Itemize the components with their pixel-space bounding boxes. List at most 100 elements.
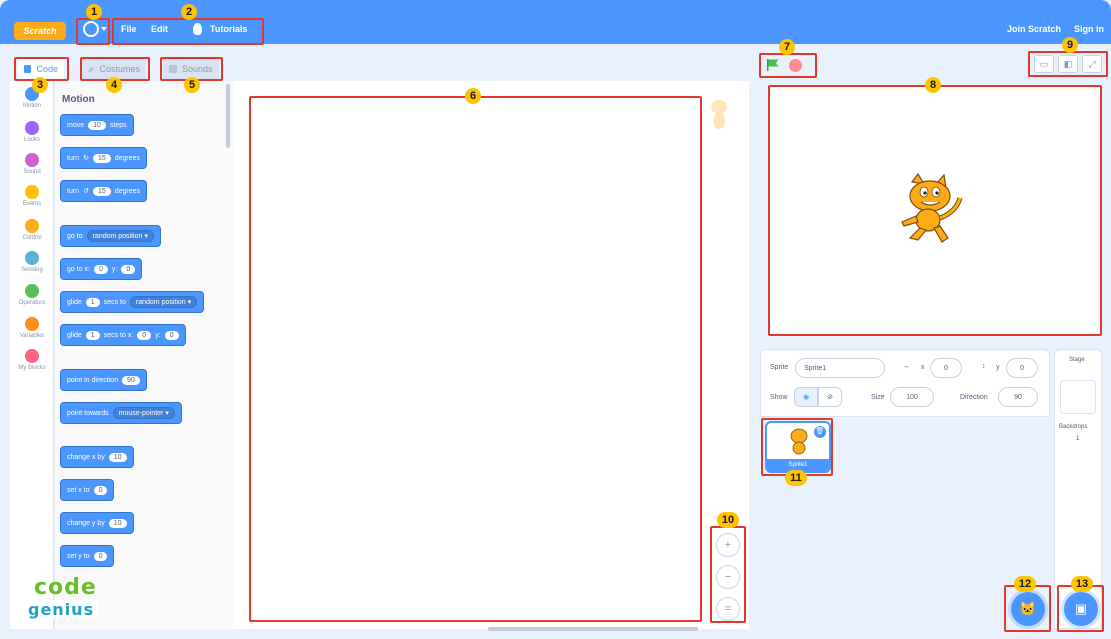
direction-label: Direction [960,394,988,401]
annotation-badge: 9 [1062,37,1078,53]
rotate-counterclockwise-icon: ↺ [83,188,89,195]
palette-scrollbar[interactable] [226,84,230,148]
backdrops-label: Backdrops [1059,424,1088,430]
category-sound[interactable]: Sound [10,153,54,175]
target-dropdown[interactable]: mouse-pointer ▾ [112,407,175,419]
category-label: Looks [23,137,40,143]
secs-input[interactable]: 1 [85,297,100,307]
block-point-towards[interactable]: point towards mouse-pointer ▾ [60,402,182,424]
size-field[interactable]: 100 [890,387,934,407]
block-text: set x to [67,486,90,494]
x-input[interactable]: 0 [93,264,108,274]
annotation-badge: 1 [86,4,102,20]
sprite-name-field[interactable]: Sprite1 [795,358,885,378]
block-set-x[interactable]: set x to 0 [60,479,115,501]
scratch-logo[interactable]: Scratch [14,22,66,40]
category-operators[interactable]: Operators [10,284,54,306]
sound-dot-icon [25,153,39,167]
block-text: steps [109,121,127,129]
annotation-badge: 8 [925,77,941,93]
target-dropdown[interactable]: random position ▾ [86,230,154,242]
annotation-badge: 11 [785,470,807,486]
show-hidden-button[interactable]: ⊘ [818,387,842,407]
category-label: Events [22,201,42,207]
category-variables[interactable]: Variables [10,317,54,339]
highlight-6 [249,96,702,622]
block-text: go to [67,232,83,240]
direction-input[interactable]: 90 [121,375,140,385]
stage-thumbnail[interactable] [1060,380,1096,414]
annotation-badge: 2 [181,4,197,20]
y-input[interactable]: 0 [93,551,108,561]
category-events[interactable]: Events [10,185,54,207]
variables-dot-icon [25,317,39,331]
block-go-to-xy[interactable]: go to x: 0 y: 0 [60,258,143,280]
annotation-badge: 3 [32,77,48,93]
show-label: Show [770,394,788,401]
block-text: point in direction [67,376,118,384]
category-label: Sensing [21,267,43,273]
join-scratch-link[interactable]: Join Scratch [1007,24,1061,34]
y-label: y [996,364,1000,371]
block-text: degrees [114,187,141,195]
y-input[interactable]: 0 [164,330,179,340]
x-input[interactable]: 0 [93,485,108,495]
annotation-badge: 10 [717,512,739,528]
block-text: change x by [67,453,105,461]
block-text: turn [67,187,80,195]
watermark-line2: genius [24,600,99,619]
block-glide-xy[interactable]: glide 1 secs to x: 0 y: 0 [60,324,186,346]
block-text: go to x: [67,265,90,273]
highlight-9 [1028,51,1108,77]
block-change-x[interactable]: change x by 10 [60,446,134,468]
annotation-badge: 6 [465,88,481,104]
y-input[interactable]: 0 [121,264,136,274]
block-text: glide [67,298,82,306]
block-text: change y by [67,519,105,527]
block-text: glide [67,331,82,339]
highlight-1 [76,18,110,45]
sign-in-link[interactable]: Sign in [1074,24,1104,34]
workspace-scrollbar[interactable] [488,627,698,631]
block-text: move [67,121,85,129]
secs-input[interactable]: 1 [85,330,100,340]
category-list: Motion Looks Sound Events Control Sensin… [10,81,54,629]
block-turn-left[interactable]: turn ↺ 15 degrees [60,180,148,202]
category-label: Operators [18,300,46,306]
degrees-input[interactable]: 15 [92,186,111,196]
category-sensing[interactable]: Sensing [10,251,54,273]
steps-input[interactable]: 10 [88,120,106,130]
operators-dot-icon [25,284,39,298]
block-move-steps[interactable]: move 10 steps [60,114,134,136]
direction-field[interactable]: 90 [998,387,1038,407]
show-visible-button[interactable]: ◉ [794,387,818,407]
block-change-y[interactable]: change y by 10 [60,512,134,534]
category-label: Sound [23,169,41,175]
y-field[interactable]: 0 [1006,358,1038,378]
block-point-direction[interactable]: point in direction 90 [60,369,147,391]
target-dropdown[interactable]: random position ▾ [129,296,198,308]
y-input[interactable]: 10 [108,518,127,528]
category-label: Variables [19,333,45,339]
block-glide-to[interactable]: glide 1 secs to random position ▾ [60,291,205,313]
category-control[interactable]: Control [10,219,54,241]
x-field[interactable]: 0 [930,358,962,378]
block-text: turn [67,154,80,162]
block-text: y: [155,331,161,339]
x-input[interactable]: 10 [108,452,127,462]
size-label: Size [871,394,885,401]
block-turn-right[interactable]: turn ↻ 15 degrees [60,147,148,169]
x-input[interactable]: 0 [137,330,152,340]
degrees-input[interactable]: 15 [92,153,111,163]
category-motion[interactable]: Motion [10,87,54,109]
block-text: degrees [114,154,141,162]
block-go-to[interactable]: go to random position ▾ [60,225,161,247]
category-label: Control [22,235,42,241]
highlight-13 [1057,585,1104,632]
category-looks[interactable]: Looks [10,121,54,143]
highlight-8 [768,85,1102,336]
my-blocks-dot-icon [25,349,39,363]
category-my-blocks[interactable]: My Blocks [10,349,54,371]
highlight-7 [759,53,817,78]
block-set-y[interactable]: set y to 0 [60,545,115,567]
